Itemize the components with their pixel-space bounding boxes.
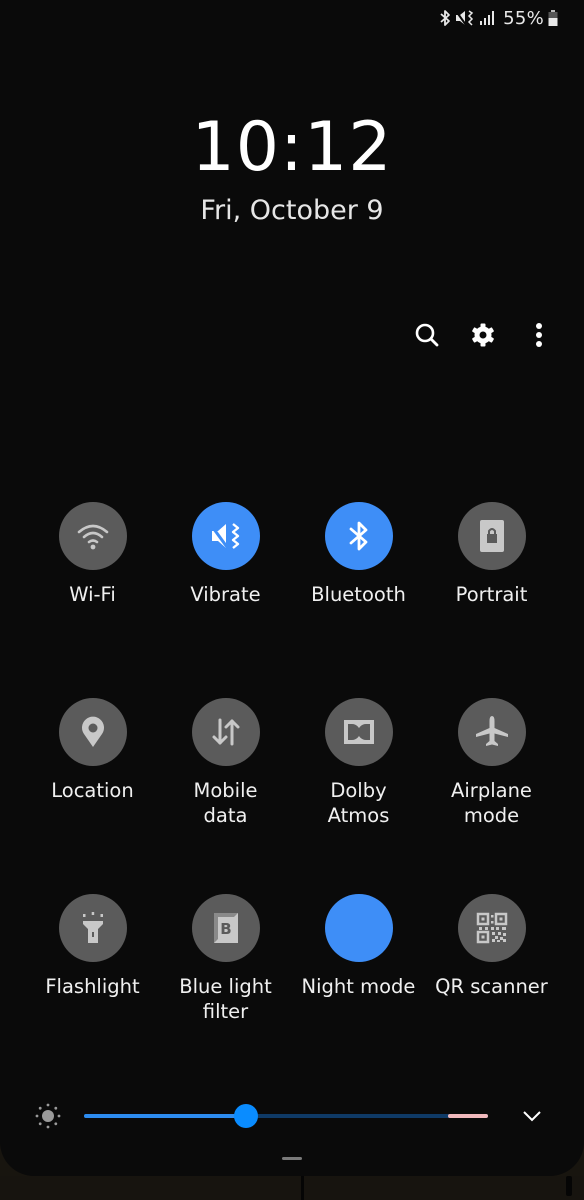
tile-qr-scanner-button[interactable]	[457, 894, 526, 962]
tile-portrait-button[interactable]	[457, 502, 526, 570]
tile-bluetooth-button[interactable]	[324, 502, 393, 570]
location-pin-icon	[81, 716, 104, 747]
tile-airplane-mode[interactable]: Airplane mode	[425, 698, 558, 894]
tile-bluetooth[interactable]: Bluetooth	[292, 502, 425, 698]
tile-flashlight[interactable]: Flashlight	[26, 894, 159, 1090]
wifi-icon	[77, 524, 108, 550]
dolby-icon	[343, 720, 374, 744]
tile-location-label: Location	[51, 779, 134, 802]
tile-portrait[interactable]: Portrait	[425, 502, 558, 698]
flashlight-icon	[82, 912, 103, 943]
tile-wifi-label: Wi-Fi	[69, 583, 116, 606]
tile-flashlight-button[interactable]	[58, 894, 127, 962]
tile-night-mode[interactable]: Night mode	[292, 894, 425, 1090]
more-vertical-icon	[536, 323, 542, 347]
tile-portrait-label: Portrait	[455, 583, 528, 606]
tile-dolby-atmos-button[interactable]	[324, 698, 393, 766]
tile-night-mode-label: Night mode	[301, 975, 416, 998]
mobile-data-icon	[212, 718, 239, 746]
tile-location[interactable]: Location	[26, 698, 159, 894]
portrait-lock-icon	[479, 520, 504, 552]
tile-qr-scanner-label: QR scanner	[435, 975, 548, 998]
brightness-row	[30, 1096, 554, 1136]
gear-icon	[472, 323, 494, 347]
expand-brightness-button[interactable]	[520, 1104, 544, 1128]
search-button[interactable]	[412, 318, 442, 352]
panel-drag-handle[interactable]	[282, 1157, 302, 1160]
brightness-thumb[interactable]	[233, 1104, 258, 1128]
qr-code-icon	[476, 912, 507, 944]
quick-panel: 55% 10:12 Fri, October 9 Wi-Fi Vibrate B…	[0, 0, 584, 1176]
tile-dolby-atmos-label: Dolby Atmos	[327, 779, 390, 827]
sun-icon	[35, 1103, 61, 1129]
background-divider	[301, 1176, 304, 1200]
battery-icon	[548, 9, 558, 27]
background-edge	[566, 1176, 572, 1196]
tile-bluetooth-label: Bluetooth	[311, 583, 406, 606]
blue-light-filter-icon: B	[213, 913, 238, 943]
clock-date: Fri, October 9	[200, 195, 384, 226]
svg-text:B: B	[220, 920, 231, 938]
tile-blue-light-filter[interactable]: B Blue light filter	[159, 894, 292, 1090]
clock-time: 10:12	[191, 108, 393, 187]
vibrate-icon	[209, 523, 239, 549]
more-options-button[interactable]	[524, 318, 554, 352]
tile-vibrate-button[interactable]	[191, 502, 260, 570]
panel-toolbar	[412, 318, 554, 352]
tile-airplane-mode-button[interactable]	[457, 698, 526, 766]
bluetooth-icon	[439, 9, 451, 27]
tile-location-button[interactable]	[58, 698, 127, 766]
tile-wifi[interactable]: Wi-Fi	[26, 502, 159, 698]
battery-percent: 55%	[503, 7, 544, 29]
brightness-fill	[84, 1114, 246, 1118]
tile-mobile-data[interactable]: Mobile data	[159, 698, 292, 894]
tile-wifi-button[interactable]	[58, 502, 127, 570]
airplane-icon	[475, 716, 508, 746]
search-icon	[415, 323, 439, 347]
tile-vibrate[interactable]: Vibrate	[159, 502, 292, 698]
chevron-down-icon	[523, 1111, 541, 1122]
tile-airplane-mode-label: Airplane mode	[451, 779, 532, 827]
tile-vibrate-label: Vibrate	[190, 583, 261, 606]
tile-blue-light-filter-label: Blue light filter	[179, 975, 272, 1023]
quick-settings-grid: Wi-Fi Vibrate Bluetooth Portrait Locatio	[26, 502, 558, 1090]
brightness-slider[interactable]	[84, 1104, 488, 1128]
home-screen-peek	[0, 1176, 584, 1200]
tile-night-mode-button[interactable]	[324, 894, 393, 962]
signal-icon	[479, 10, 495, 26]
settings-button[interactable]	[468, 318, 498, 352]
status-bar: 55%	[439, 6, 558, 30]
tile-flashlight-label: Flashlight	[45, 975, 140, 998]
tile-blue-light-filter-button[interactable]: B	[191, 894, 260, 962]
brightness-high-zone	[447, 1114, 488, 1118]
tile-qr-scanner[interactable]: QR scanner	[425, 894, 558, 1090]
moon-icon	[346, 916, 368, 937]
tile-mobile-data-label: Mobile data	[193, 779, 258, 827]
vibrate-icon	[455, 9, 475, 27]
tile-mobile-data-button[interactable]	[191, 698, 260, 766]
tile-dolby-atmos[interactable]: Dolby Atmos	[292, 698, 425, 894]
bluetooth-icon	[349, 521, 367, 551]
